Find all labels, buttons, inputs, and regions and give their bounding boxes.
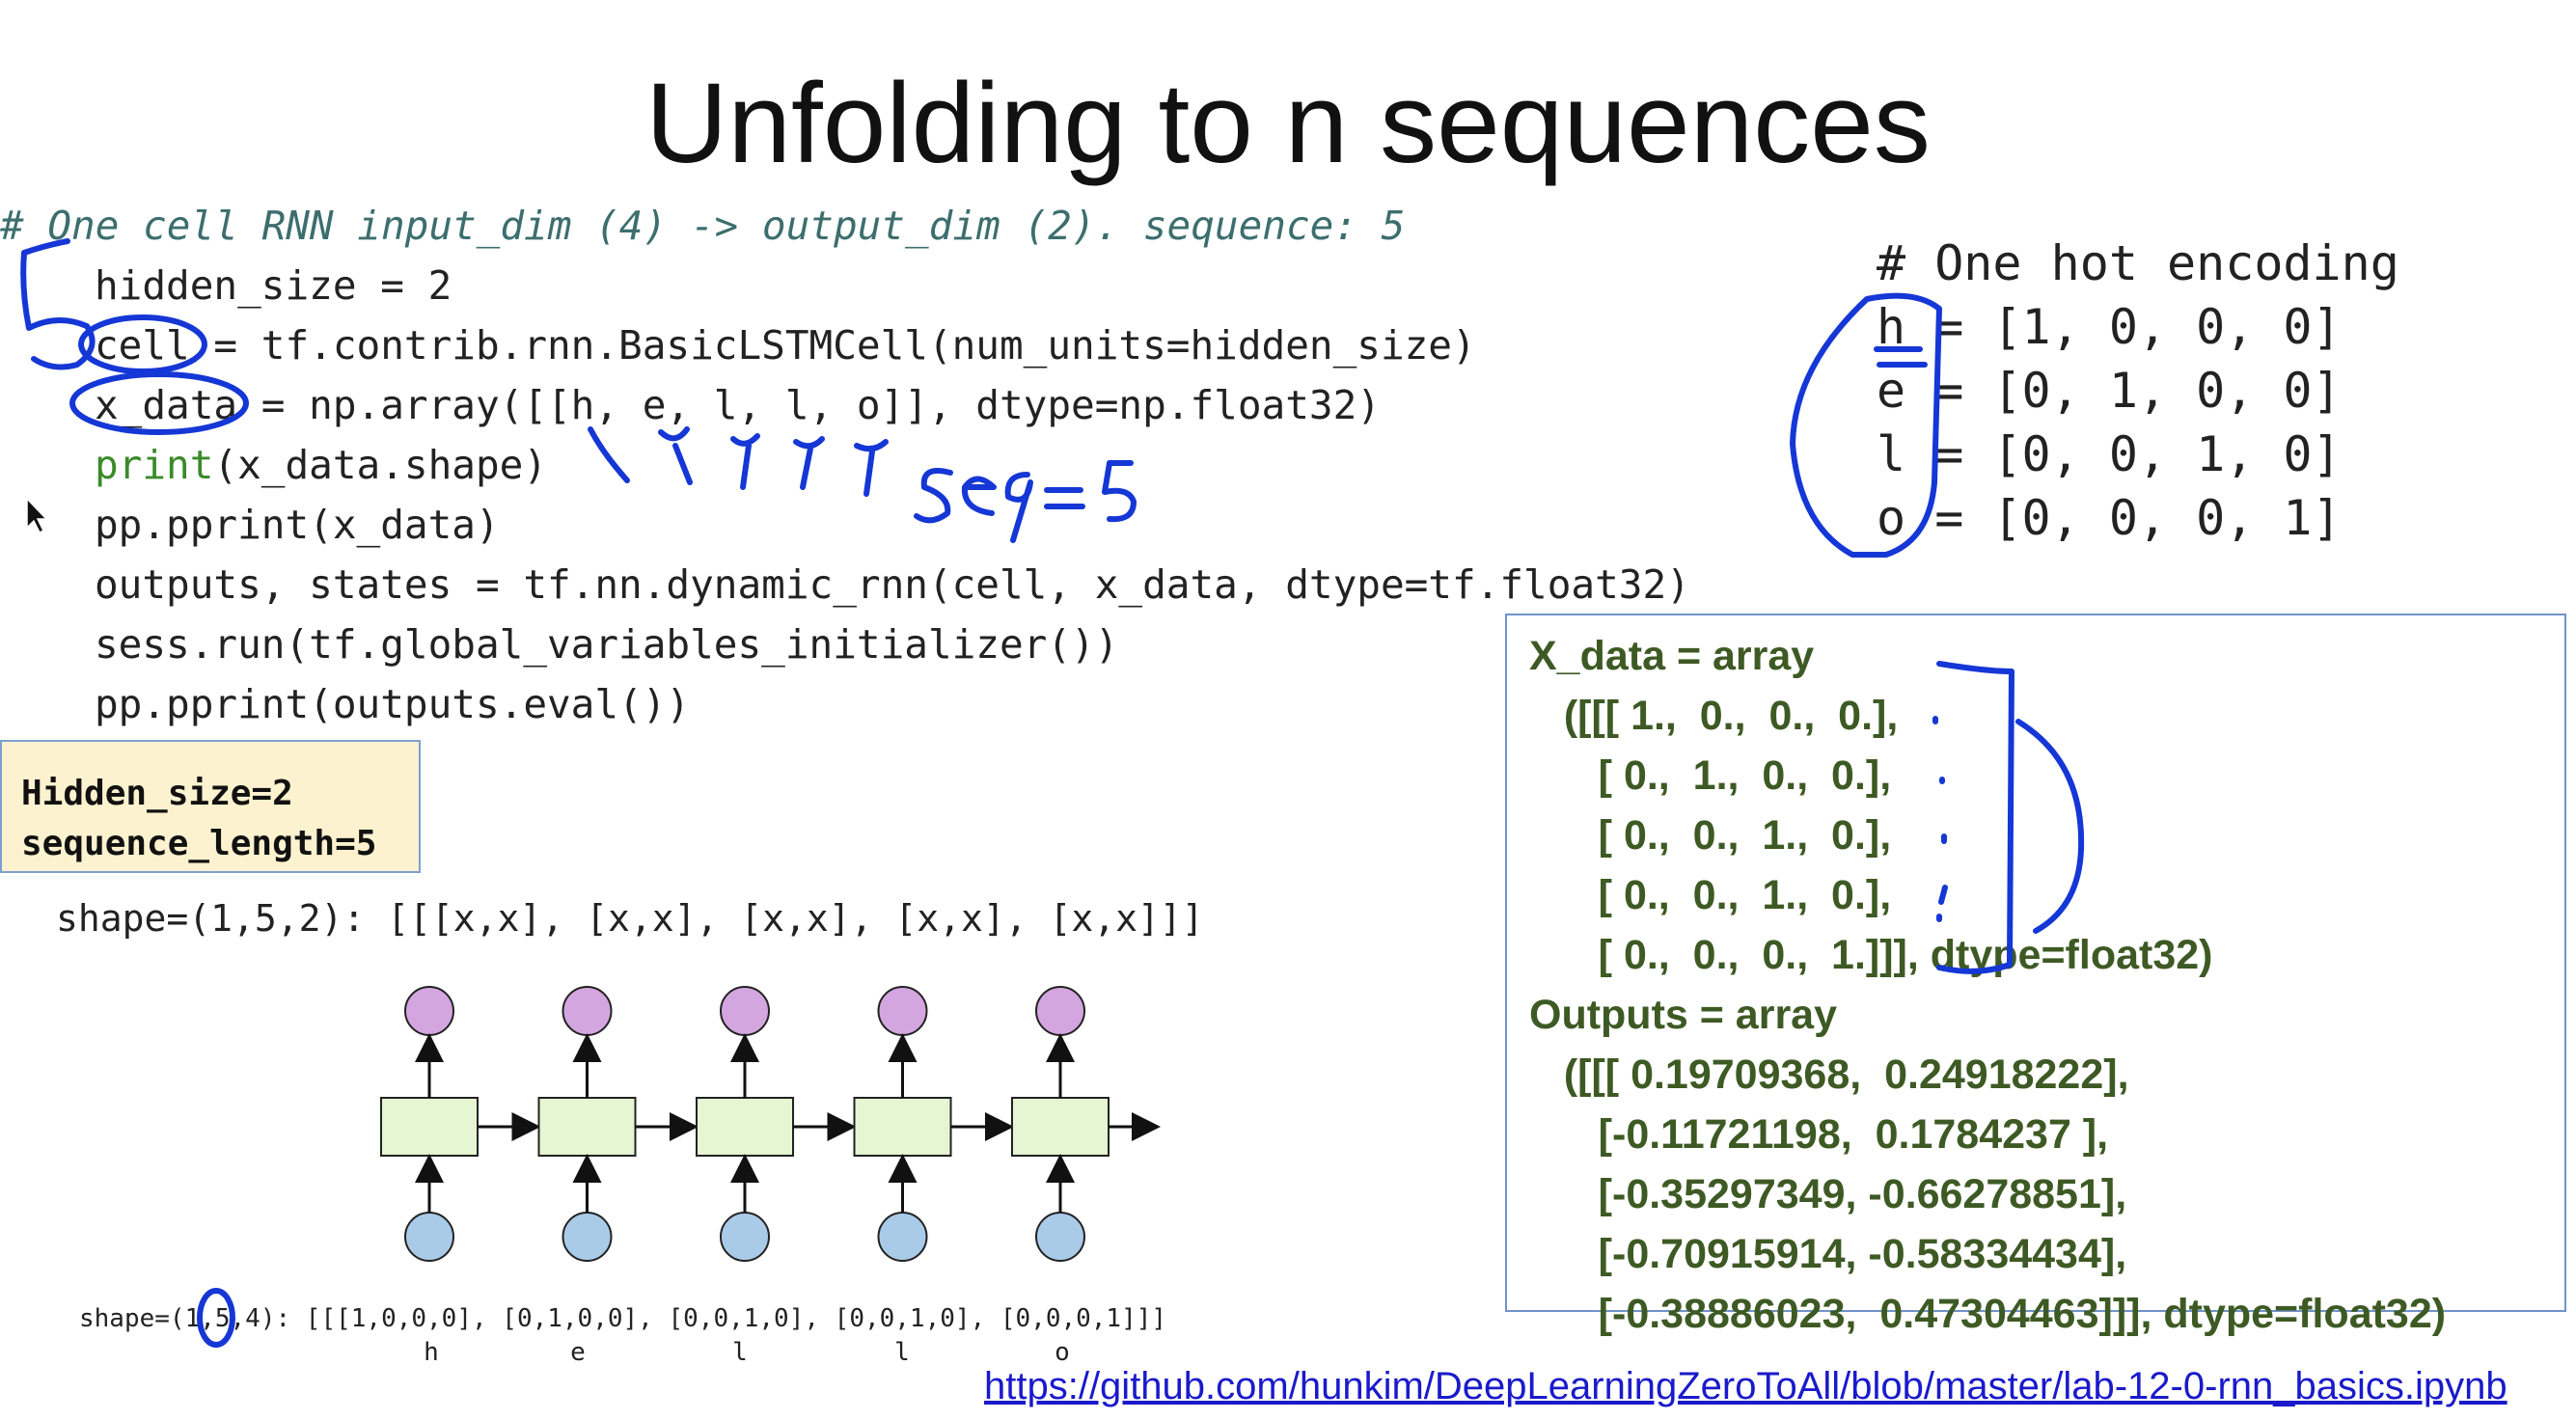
slide: Unfolding to n sequences # One cell RNN … (0, 0, 2576, 1420)
cursor-arrow-icon (26, 497, 48, 534)
mouse-cursor (26, 497, 48, 534)
github-link[interactable]: https://github.com/hunkim/DeepLearningZe… (984, 1365, 2507, 1408)
